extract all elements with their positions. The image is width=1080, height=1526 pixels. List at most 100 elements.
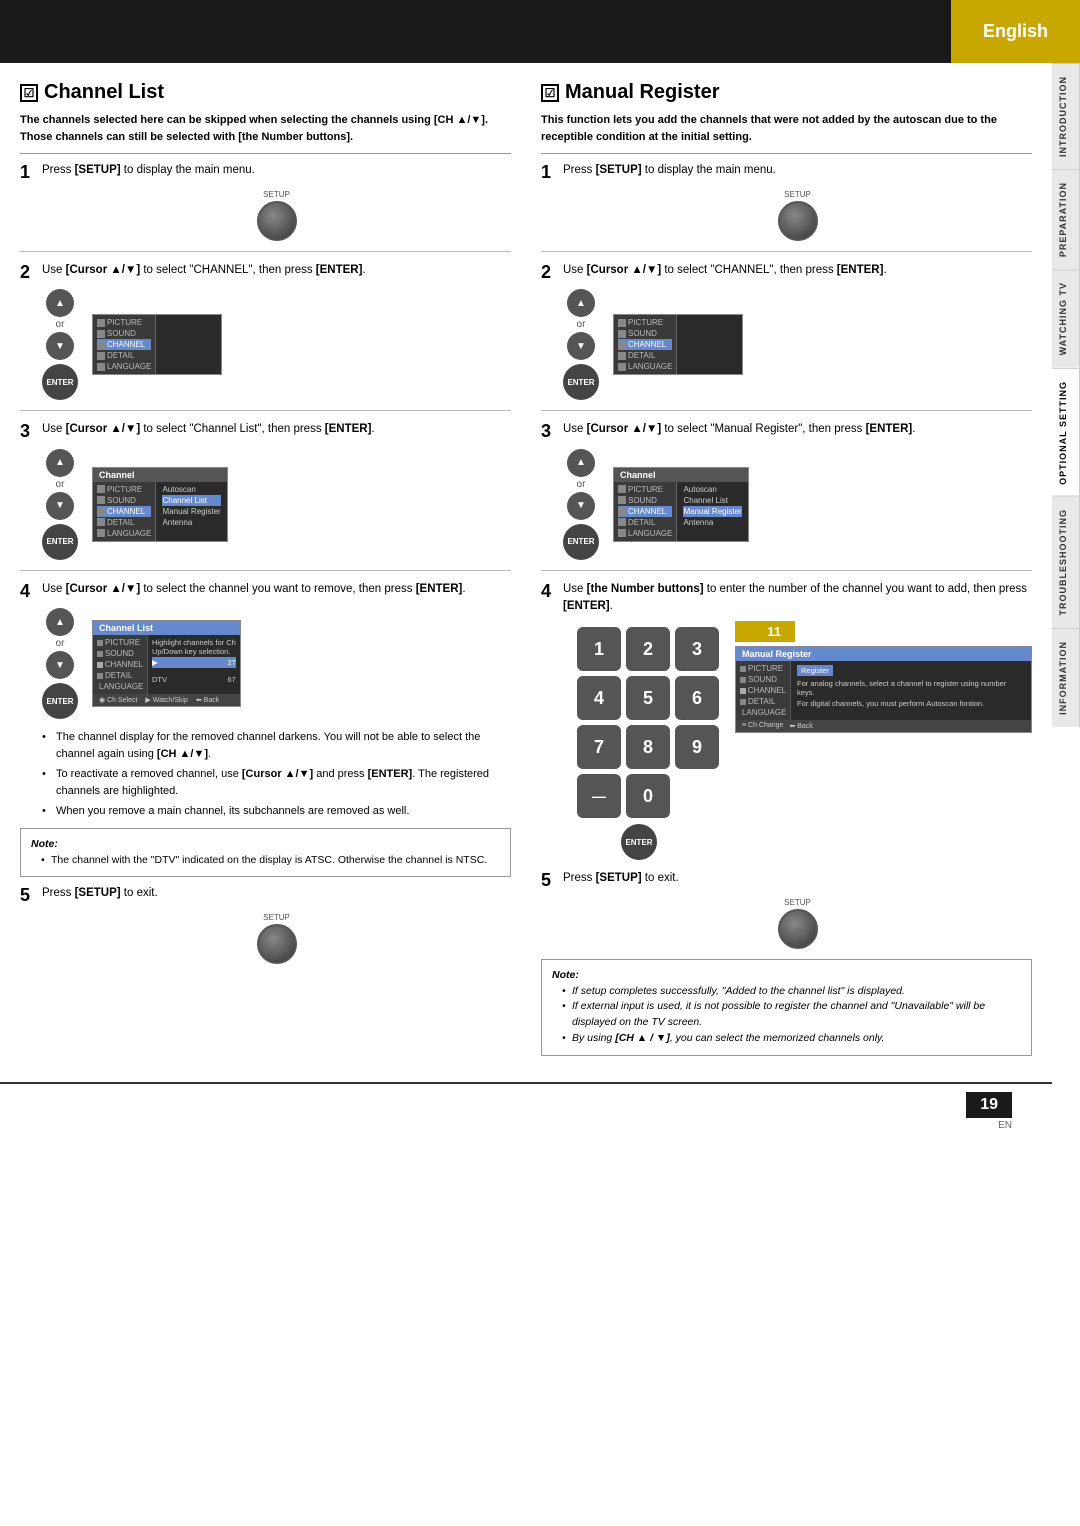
mr-step-2: 2 Use [Cursor ▲/▼] to select "CHANNEL", … [541,262,1032,401]
cl-step3-or: or [56,479,65,490]
mr-step3-arrows: ▲ or ▼ ENTER [563,449,599,560]
cl-or-label: or [56,319,65,330]
cl-step3-header: 3 Use [Cursor ▲/▼] to select "Channel Li… [20,421,511,443]
mr-note-list: If setup completes successfully, "Added … [552,984,1021,1047]
mr-s3-antenna: Antenna [683,517,741,528]
cl-list-left: PICTURE SOUND CHANNEL DETAIL LANGUAGE [93,635,148,694]
mr-mock-picture: PICTURE [740,663,786,674]
mr-step-1: 1 Press [SETUP] to display the main menu… [541,162,1032,241]
side-tabs: INTRODUCTION PREPARATION WATCHING TV OPT… [1052,63,1080,727]
cl-step4-arrows: ▲ or ▼ ENTER [42,608,78,719]
mr-step2-num: 2 [541,262,557,284]
cl-menu-left: PICTURE SOUND CHANNEL DETAIL LANGUAGE [93,315,156,374]
mr-step3-header: 3 Use [Cursor ▲/▼] to select "Manual Reg… [541,421,1032,443]
mr-mock-detail: DETAIL [740,696,786,707]
cl-step3-sound: SOUND [97,495,151,506]
cl-footer-select: ◉ Ch Select [99,696,137,704]
mr-step3-num: 3 [541,421,557,443]
cl-step4-text: Use [Cursor ▲/▼] to select the channel y… [42,581,466,598]
mr-note-title: Note: [552,968,1021,984]
mr-step5-text: Press [SETUP] to exit. [563,870,679,887]
mr-register-mock: Manual Register PICTURE SOUND CHANNEL DE… [735,646,1032,733]
cl-note-box: Note: The channel with the "DTV" indicat… [20,828,511,878]
mr-mock-title: Manual Register [736,647,1031,661]
page-number: 19 [966,1092,1012,1118]
cl-setup-label: SETUP [263,190,290,199]
cl-menu-sound: SOUND [97,328,151,339]
cl-step5-header: 5 Press [SETUP] to exit. [20,885,511,907]
cl-step2-menu-sidebar: PICTURE SOUND CHANNEL DETAIL LANGUAGE [93,315,221,374]
mr-step2-menu: PICTURE SOUND CHANNEL DETAIL LANGUAGE [613,314,743,375]
side-tab-information: INFORMATION [1052,628,1080,727]
cl-note-list: The channel with the "DTV" indicated on … [31,853,500,869]
side-tab-preparation: PREPARATION [1052,169,1080,269]
cl-list-picture: PICTURE [97,637,143,648]
channel-list-desc1: The channels selected here can be skippe… [20,112,511,145]
cl-step4-or: or [56,638,65,649]
mr-step2-text: Use [Cursor ▲/▼] to select "CHANNEL", th… [563,262,887,279]
mr-step3-menu-right: Autoscan Channel List Manual Register An… [677,482,747,541]
cl-step3-arrow-down: ▼ [46,492,74,520]
cl-step1-setup: SETUP [42,190,511,241]
cl-step3-menu-left: PICTURE SOUND CHANNEL DETAIL LANGUAGE [93,482,156,541]
cl-subtitle: Highlight channels for ChUp/Down key sel… [152,637,236,657]
language-badge: English [951,0,1080,63]
footer-right: 19 EN [966,1092,1012,1131]
cl-arrow-up: ▲ [46,289,74,317]
cl-menu-picture: PICTURE [97,317,151,328]
cl-step4-header: 4 Use [Cursor ▲/▼] to select the channel… [20,581,511,603]
cl-step5-setup-btn [257,924,297,964]
cl-enter-btn: ENTER [42,364,78,400]
mr-step3-menu-title: Channel [614,468,748,482]
cl-note-item-1: The channel with the "DTV" indicated on … [41,853,500,869]
mr-s3-language: LANGUAGE [618,528,672,539]
mr-setup-label: SETUP [784,190,811,199]
mr-mock-left: PICTURE SOUND CHANNEL DETAIL LANGUAGE [736,661,791,720]
cl-setup-button [257,201,297,241]
mr-step3-menu-left: PICTURE SOUND CHANNEL DETAIL LANGUAGE [614,482,677,541]
cl-step2-num: 2 [20,262,36,284]
mr-step5-setup: SETUP [563,898,1032,949]
cl-arrow-down: ▼ [46,332,74,360]
mr-s2-channel: CHANNEL [618,339,672,350]
main-content: ☑ Channel List The channels selected her… [0,63,1052,1082]
cl-menu-channel: CHANNEL [97,339,151,350]
mr-step1-text: Press [SETUP] to display the main menu. [563,162,776,179]
cl-step4-ill: ▲ or ▼ ENTER Channel List PICTURE SOUND … [42,608,511,719]
cl-step-1: 1 Press [SETUP] to display the main menu… [20,162,511,241]
cl-step2-ill: ▲ or ▼ ENTER PICTURE SOUND CHANNEL DETA [42,289,511,400]
mr-num-3: 3 [675,627,719,671]
cl-list-detail: DETAIL [97,670,143,681]
cl-step2-arrows: ▲ or ▼ ENTER [42,289,78,400]
cl-step3-menu: Channel PICTURE SOUND CHANNEL DETAIL LAN… [92,467,228,542]
mr-note-box: Note: If setup completes successfully, "… [541,959,1032,1056]
mr-s2-picture: PICTURE [618,317,672,328]
cl-step4-arrow-up: ▲ [46,608,74,636]
divider [20,153,511,154]
mr-step2-enter: ENTER [563,364,599,400]
cl-list-footer: ◉ Ch Select ▶ Watch/Skip ⬅ Back [93,694,240,706]
mr-num-1: 1 [577,627,621,671]
mr-divider2 [541,410,1032,411]
mr-top-divider [541,153,1032,154]
mr-num-6: 6 [675,676,719,720]
mr-step4-text: Use [the Number buttons] to enter the nu… [563,581,1032,616]
mr-note-1: If setup completes successfully, "Added … [562,984,1021,1000]
mr-note-3: By using [CH ▲ / ▼], you can select the … [562,1031,1021,1047]
mr-s3-channellist: Channel List [683,495,741,506]
cl-step5-setup: SETUP [42,913,511,964]
mr-step1-num: 1 [541,162,557,184]
page-footer: 19 EN [0,1082,1052,1139]
mr-step2-or: or [577,319,586,330]
cl-list-sidebar: PICTURE SOUND CHANNEL DETAIL LANGUAGE Hi… [93,635,240,694]
cl-step4-arrow-down: ▼ [46,651,74,679]
cl-step3-arrow-up: ▲ [46,449,74,477]
top-bar: English [0,0,1080,63]
mr-desc: This function lets you add the channels … [541,112,1032,145]
mr-s3-picture: PICTURE [618,484,672,495]
cl-step3-manualreg: Manual Register [162,506,220,517]
mr-step2-menu-left: PICTURE SOUND CHANNEL DETAIL LANGUAGE [614,315,677,374]
side-tab-troubleshooting: TROUBLESHOOTING [1052,496,1080,628]
cl-note-title: Note: [31,837,500,853]
manual-register-section: ☑ Manual Register This function lets you… [541,81,1032,1064]
